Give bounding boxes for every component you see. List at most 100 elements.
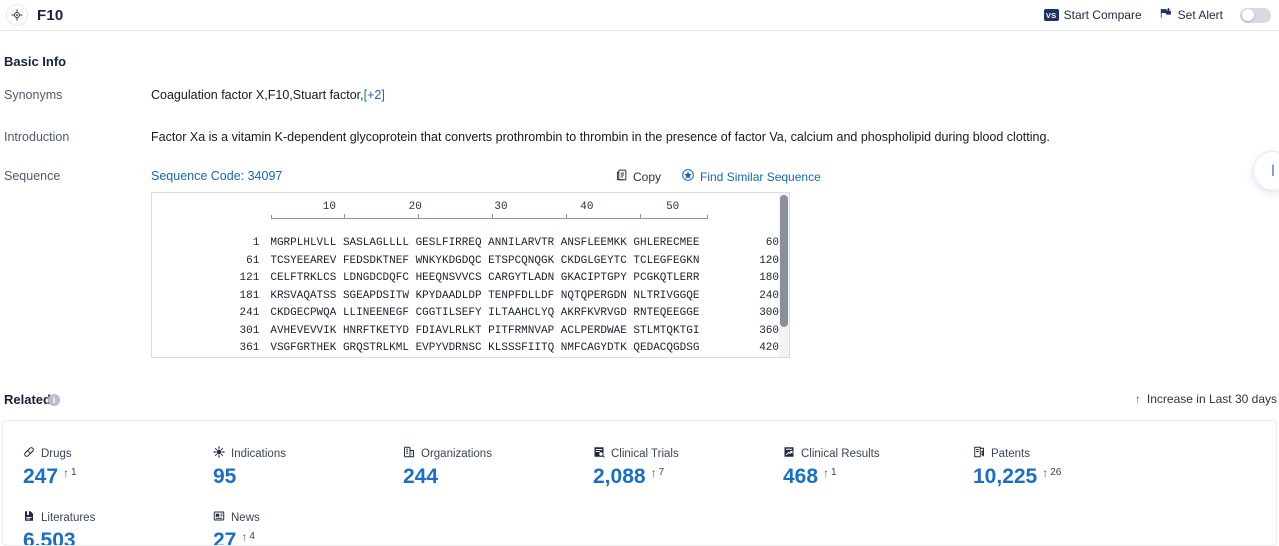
find-similar-sequence-button[interactable]: Find Similar Sequence xyxy=(681,168,821,185)
introduction-label: Introduction xyxy=(4,130,70,144)
sequence-row-end: 60 xyxy=(765,237,779,249)
stat-head: Organizations xyxy=(403,445,593,463)
stat-value-row: 27 ↑ 4 xyxy=(213,529,403,545)
stat-card-clinical-trials[interactable]: Clinical Trials 2,088 ↑ 7 xyxy=(593,447,783,491)
sequence-scrollbar-track[interactable] xyxy=(779,193,789,357)
sequence-row-start: 61 xyxy=(246,254,260,267)
find-similar-label: Find Similar Sequence xyxy=(700,169,821,184)
clinical-result-icon xyxy=(783,445,795,463)
stat-delta-value: 7 xyxy=(658,467,665,478)
sequence-row-residues: KRSVAQATSS SGEAPDSITW KPYDAADLDP TENPFDL… xyxy=(270,289,700,302)
stat-card-news[interactable]: News 27 ↑ 4 xyxy=(213,509,403,545)
stat-delta-value: 1 xyxy=(71,467,77,478)
help-circle-icon[interactable] xyxy=(1253,151,1279,191)
sequence-row: 181 KRSVAQATSS SGEAPDSITW KPYDAADLDP TENP… xyxy=(152,288,779,306)
synonyms-value: Coagulation factor X,F10,Stuart factor,[… xyxy=(151,88,385,102)
sequence-ruler-line xyxy=(271,214,708,219)
sequence-row-residues: AVHEVEVVIK HNRFTKETYD FDIAVLRLKT PITFRMN… xyxy=(270,324,700,337)
stat-delta-value: 1 xyxy=(831,467,837,478)
copy-button[interactable]: Copy xyxy=(615,168,661,185)
stat-card-indications[interactable]: Indications 95 xyxy=(213,445,403,491)
sequence-row-start: 361 xyxy=(239,342,260,354)
copy-icon xyxy=(615,168,628,185)
stat-card-drugs[interactable]: Drugs 247 ↑ 1 xyxy=(23,447,213,491)
sequence-row-end: 420 xyxy=(759,342,779,354)
synonyms-label: Synonyms xyxy=(4,88,63,102)
sequence-ruler-numbers: 10 20 30 40 50 xyxy=(270,201,680,213)
stat-card-organizations[interactable]: Organizations 244 xyxy=(403,445,593,491)
stat-label: News xyxy=(231,512,260,524)
news-icon xyxy=(213,509,225,527)
stat-value-row: 2,088 ↑ 7 xyxy=(593,465,783,491)
set-alert-label: Set Alert xyxy=(1177,8,1223,22)
stat-head: Indications xyxy=(213,445,403,463)
stat-card-literatures[interactable]: Literatures 6,503 xyxy=(23,509,213,545)
find-similar-icon xyxy=(681,168,695,185)
stat-value: 2,088 xyxy=(593,465,646,488)
sequence-row: 121 CELFTRKLCS LDNGDCDQFC HEEQNSVVCS CARG… xyxy=(152,270,779,288)
page-title: F10 xyxy=(37,6,64,24)
sequence-row-end: 120 xyxy=(759,254,779,267)
stat-value-row: 95 xyxy=(213,465,403,491)
clinical-trial-icon xyxy=(593,445,605,463)
stat-delta-value: 4 xyxy=(249,531,255,542)
sequence-row-residues: MGRPLHLVLL SASLAGLLLL GESLFIRREQ ANNILAR… xyxy=(270,237,700,249)
stat-label: Clinical Trials xyxy=(611,448,679,460)
introduction-value: Factor Xa is a vitamin K-dependent glyco… xyxy=(151,130,1050,144)
stat-head: Patents xyxy=(973,446,1163,461)
building-icon xyxy=(403,445,415,463)
sequence-row-list: 1 MGRPLHLVLL SASLAGLLLL GESLFIRREQ ANNILA… xyxy=(152,235,779,357)
stat-label: Indications xyxy=(231,448,286,460)
stat-label: Organizations xyxy=(421,448,492,460)
stat-card-patents[interactable]: Patents 10,225 ↑ 26 xyxy=(973,446,1163,491)
stat-value: 95 xyxy=(213,465,237,488)
sequence-row-end: 240 xyxy=(759,289,779,302)
pill-icon xyxy=(23,445,35,463)
sequence-row-end: 300 xyxy=(759,307,779,319)
up-arrow-icon: ↑ xyxy=(823,466,830,480)
sequence-row-start: 121 xyxy=(239,272,260,284)
sequence-row-residues: CELFTRKLCS LDNGDCDQFC HEEQNSVVCS CARGYTL… xyxy=(270,272,700,284)
sequence-row: 241 CKDGECPWQA LLINEENEGF CGGTILSEFY ILTA… xyxy=(152,305,779,323)
sequence-row-residues: VSGFGRTHEK GRQSTRLKML EVPYVDRNSC KLSSSFI… xyxy=(270,342,700,354)
basic-info-title: Basic Info xyxy=(4,54,67,69)
sequence-row: 1 MGRPLHLVLL SASLAGLLLL GESLFIRREQ ANNILA… xyxy=(152,235,779,253)
set-alert-button[interactable]: Set Alert xyxy=(1159,7,1223,23)
synonyms-text: Coagulation factor X,F10,Stuart factor, xyxy=(151,88,364,102)
sequence-viewer[interactable]: 10 20 30 40 50 1 MGRPLHLVLL SASLAGLLLL GE… xyxy=(151,192,790,358)
stat-head: Clinical Results xyxy=(783,447,973,461)
target-crosshair-icon[interactable] xyxy=(6,4,28,26)
book-icon xyxy=(23,509,35,527)
sequence-row: 361 VSGFGRTHEK GRQSTRLKML EVPYVDRNSC KLSS… xyxy=(152,340,779,357)
stat-value: 247 xyxy=(23,465,59,488)
set-alert-toggle[interactable] xyxy=(1240,7,1271,23)
up-arrow-icon: ↑ xyxy=(63,466,70,480)
related-stats-grid: Drugs 247 ↑ 1 Indications 95 Organizations 244 C… xyxy=(23,445,1223,545)
sequence-row-start: 241 xyxy=(239,307,260,319)
sequence-row: 61 TCSYEEAREV FEDSDKTNEF WNKYKDGDQC ETSPC… xyxy=(152,253,779,271)
vs-icon: VS xyxy=(1043,9,1059,21)
up-arrow-icon: ↑ xyxy=(241,530,248,544)
stat-value-row: 244 xyxy=(403,465,593,491)
sequence-row-start: 181 xyxy=(239,289,260,302)
stat-card-clinical-results[interactable]: Clinical Results 468 ↑ 1 xyxy=(783,447,973,491)
sequence-content: 10 20 30 40 50 1 MGRPLHLVLL SASLAGLLLL GE… xyxy=(152,193,779,357)
stat-head: Clinical Trials xyxy=(593,447,783,461)
sequence-scrollbar-thumb[interactable] xyxy=(780,195,788,327)
stat-delta: ↑ 1 xyxy=(63,466,77,480)
stat-value: 244 xyxy=(403,465,439,488)
stat-label: Literatures xyxy=(41,512,96,524)
header-actions: VS Start Compare Set Alert xyxy=(1043,7,1271,23)
sequence-row-start: 301 xyxy=(239,324,260,337)
sequence-code-link[interactable]: Sequence Code: 34097 xyxy=(151,169,282,183)
stat-value-row: 247 ↑ 1 xyxy=(23,465,213,491)
synonyms-more-link[interactable]: [+2] xyxy=(364,88,385,102)
virus-icon xyxy=(213,445,225,463)
related-card: Drugs 247 ↑ 1 Indications 95 Organizations 244 C… xyxy=(2,420,1277,546)
sequence-row-start: 1 xyxy=(252,237,260,249)
start-compare-button[interactable]: VS Start Compare xyxy=(1043,8,1142,22)
stat-delta: ↑ 1 xyxy=(823,466,837,480)
stat-label: Patents xyxy=(991,448,1030,460)
sequence-row: 301 AVHEVEVVIK HNRFTKETYD FDIAVLRLKT PITF… xyxy=(152,323,779,341)
info-icon[interactable]: i xyxy=(48,394,60,406)
